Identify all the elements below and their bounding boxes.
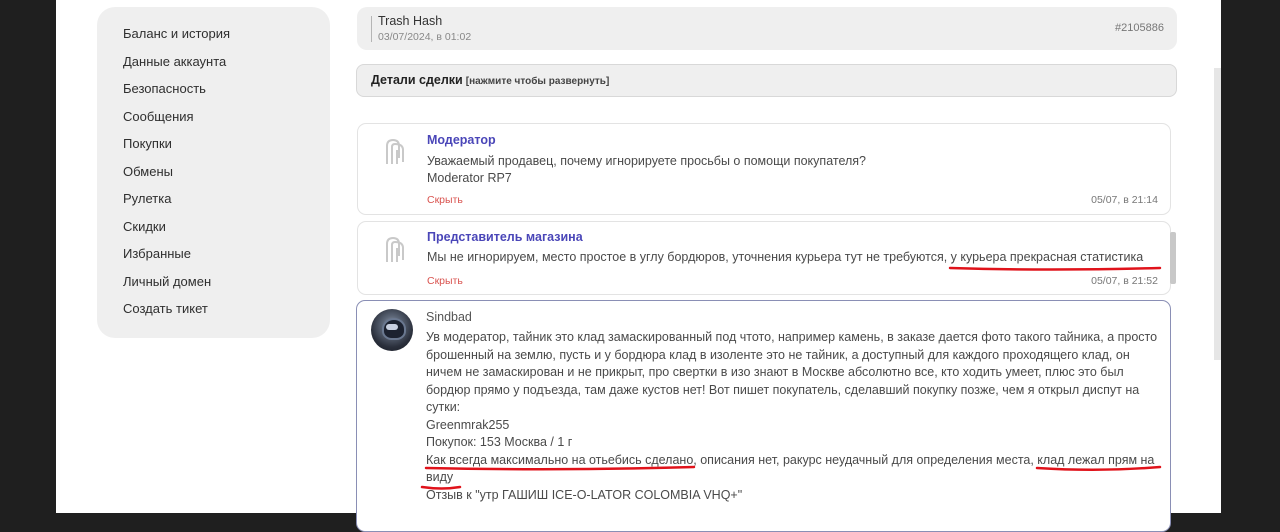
message-text-line: Отзыв к "утр ГАШИШ ICE-O-LATOR COLOMBIA … (426, 487, 743, 502)
message-text-line: Ув модератор, тайник это клад замаскиров… (426, 330, 1158, 344)
sidebar-item-messages[interactable]: Сообщения (123, 107, 330, 135)
message-text-line: ничем не замаскирован и не прикрыт, про … (426, 365, 1124, 379)
message-text-line: брошенный на землю, пусть и у бордюра кл… (426, 347, 1130, 362)
message-text-line: бордюр прямо у подъезда, там даже кустов… (426, 382, 1140, 397)
order-id: #2105886 (1115, 22, 1164, 34)
order-date: 03/07/2024, в 01:02 (378, 31, 472, 43)
sidebar-item-exchanges[interactable]: Обмены (123, 162, 330, 190)
message-moderator: Модератор Уважаемый продавец, почему игн… (357, 123, 1171, 215)
order-title: Trash Hash (378, 14, 443, 28)
header-divider (371, 16, 372, 42)
message-author[interactable]: Sindbad (426, 310, 472, 324)
deal-details-toggle[interactable]: Детали сделки [нажмите чтобы развернуть] (356, 64, 1177, 97)
moderator-logo-icon (386, 138, 404, 164)
message-text-line: Уважаемый продавец, почему игнорируете п… (427, 154, 867, 168)
message-shop-representative: Представитель магазина Мы не игнорируем,… (357, 221, 1171, 295)
message-author[interactable]: Модератор (427, 133, 496, 147)
sidebar-item-roulette[interactable]: Рулетка (123, 189, 330, 217)
message-text-line: Moderator RP7 (427, 171, 512, 185)
message-time: 05/07, в 21:52 (1091, 275, 1158, 287)
sidebar-item-favorites[interactable]: Избранные (123, 244, 330, 272)
message-body: Ув модератор, тайник это клад замаскиров… (426, 329, 1161, 504)
message-text-line: Greenmrak255 (426, 417, 510, 432)
sidebar-item-purchases[interactable]: Покупки (123, 134, 330, 162)
order-header: Trash Hash 03/07/2024, в 01:02 #2105886 (357, 7, 1177, 50)
message-text-line: виду (426, 470, 454, 484)
message-text-line: Мы не игнорируем, место простое в углу б… (427, 250, 1144, 264)
message-author[interactable]: Представитель магазина (427, 230, 583, 244)
page-scrollbar[interactable] (1214, 68, 1221, 360)
hide-link[interactable]: Скрыть (427, 275, 463, 287)
deal-details-hint: [нажмите чтобы развернуть] (465, 76, 610, 87)
sidebar-nav: Баланс и история Данные аккаунта Безопас… (97, 7, 330, 338)
message-time: 05/07, в 21:14 (1091, 194, 1158, 206)
sidebar-item-discounts[interactable]: Скидки (123, 217, 330, 245)
avatar[interactable] (371, 309, 413, 351)
sidebar-item-domain[interactable]: Личный домен (123, 272, 330, 300)
message-text-line: Покупок: 153 Москва / 1 г (426, 435, 573, 449)
sidebar-item-account[interactable]: Данные аккаунта (123, 52, 330, 80)
message-text-line: сутки: (426, 400, 461, 414)
shop-logo-icon (386, 236, 404, 262)
message-buyer: Sindbad Ув модератор, тайник это клад за… (356, 300, 1171, 532)
hide-link[interactable]: Скрыть (427, 194, 463, 206)
deal-details-label: Детали сделки [нажмите чтобы развернуть] (371, 73, 610, 87)
sidebar-item-create-ticket[interactable]: Создать тикет (123, 299, 330, 327)
chat-scrollbar-thumb[interactable] (1170, 232, 1176, 284)
message-text-line: Как всегда максимально на отьебись сдела… (426, 452, 1155, 467)
sidebar-item-balance[interactable]: Баланс и история (123, 24, 330, 52)
sidebar-item-security[interactable]: Безопасность (123, 79, 330, 107)
